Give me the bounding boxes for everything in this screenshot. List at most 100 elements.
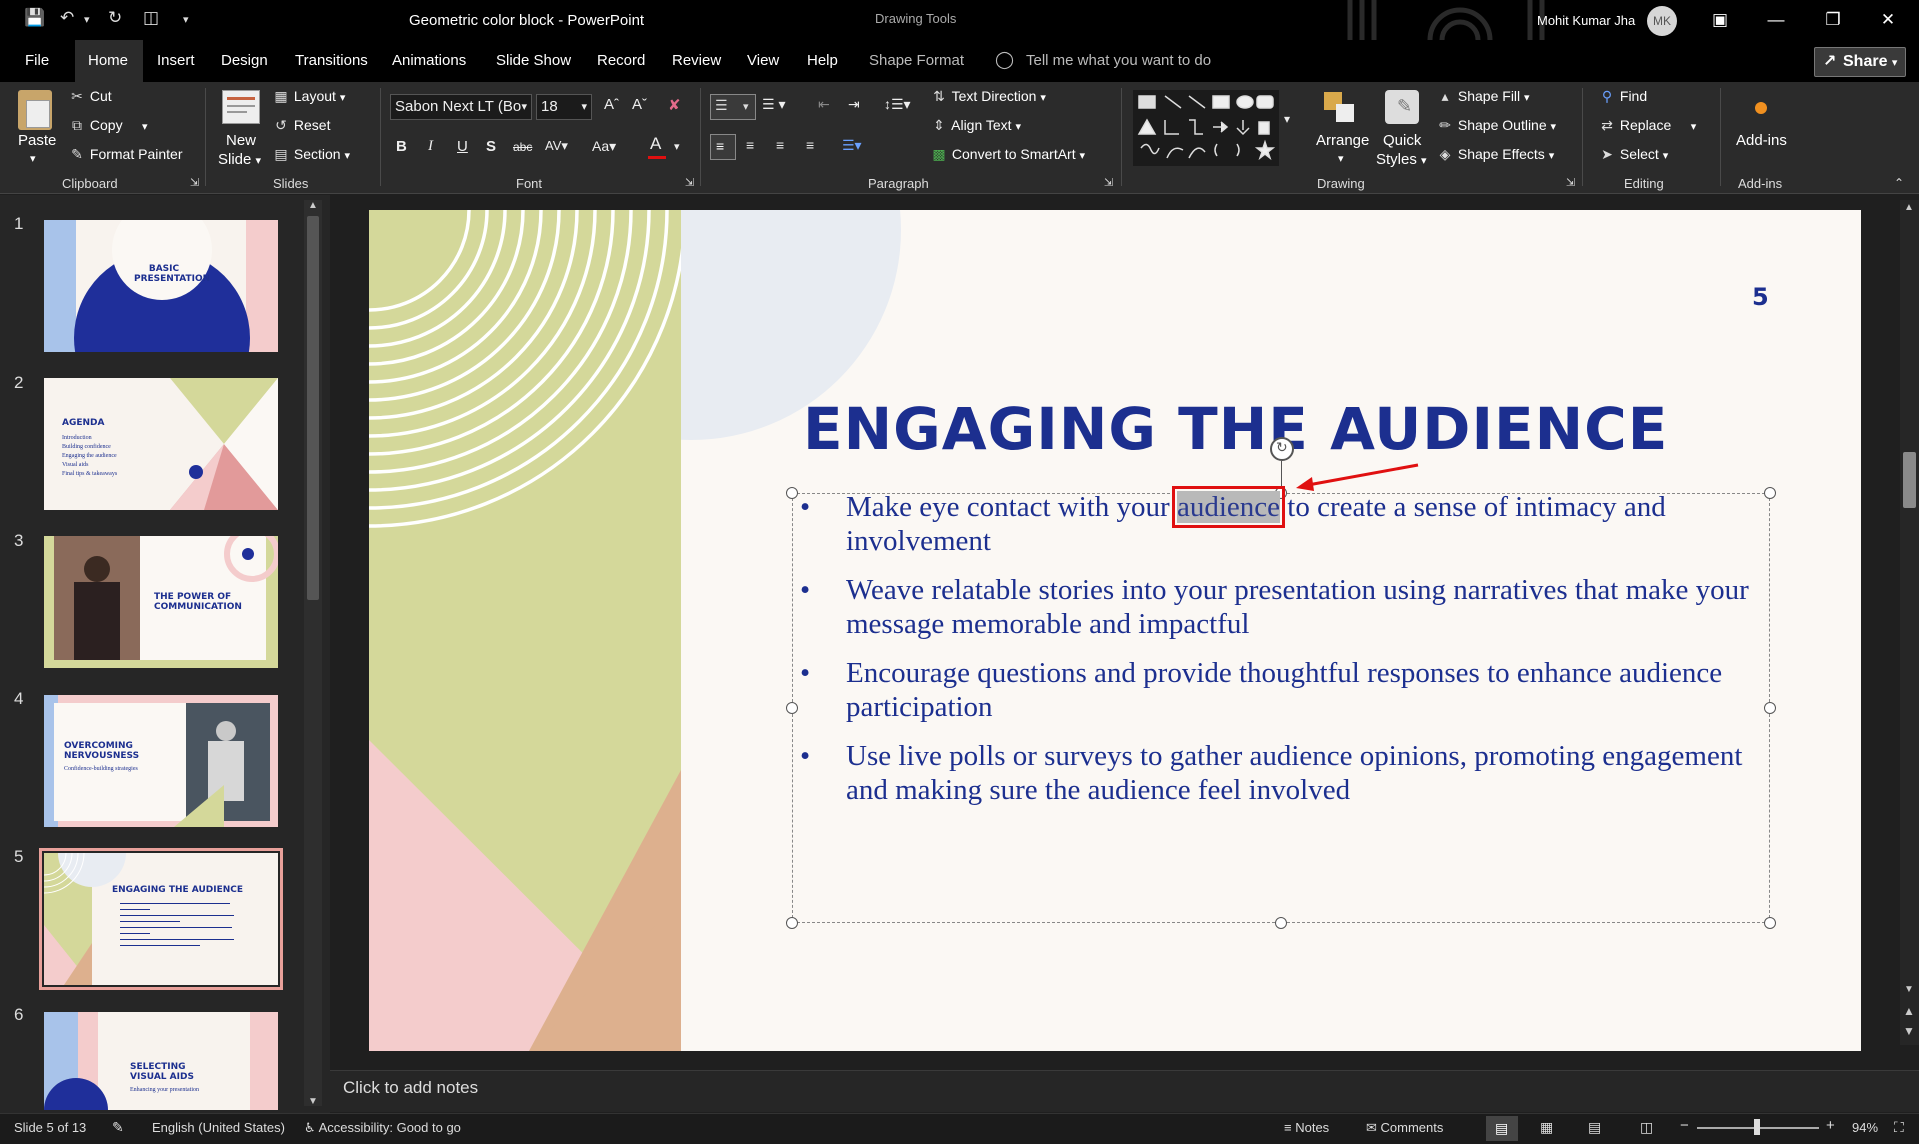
ribbon-display-icon[interactable]: ▣ (1700, 6, 1740, 34)
select-button[interactable]: ➤ Select ▾ (1598, 146, 1668, 163)
shapes-more-icon[interactable]: ▾ (1284, 112, 1290, 126)
addins-icon[interactable] (1755, 102, 1767, 114)
line-spacing-icon[interactable]: ↕☰▾ (884, 96, 911, 113)
italic-icon[interactable]: I (428, 138, 433, 155)
addins-button[interactable]: Add-ins (1736, 132, 1787, 149)
scroll-up-icon[interactable]: ▲ (1904, 202, 1914, 213)
align-left-icon[interactable]: ≡ (710, 134, 736, 160)
resize-handle-se[interactable] (1764, 917, 1776, 929)
paste-icon[interactable] (18, 90, 52, 130)
slide-sorter-icon[interactable]: ▦ (1540, 1119, 1553, 1136)
slide-thumbnail-3[interactable]: THE POWER OF COMMUNICATION (44, 536, 278, 668)
shrink-font-icon[interactable]: Aˇ (632, 96, 647, 113)
tab-shape-format[interactable]: Shape Format (869, 52, 964, 69)
restore-icon[interactable]: ❐ (1813, 6, 1853, 34)
tab-record[interactable]: Record (597, 52, 645, 69)
scroll-up-icon[interactable]: ▲ (308, 200, 318, 211)
notes-placeholder[interactable]: Click to add notes (343, 1078, 478, 1098)
slide-thumbnail-6[interactable]: SELECTING VISUAL AIDS Enhancing your pre… (44, 1012, 278, 1110)
arrange-icon[interactable] (1322, 90, 1358, 126)
avatar[interactable]: MK (1647, 6, 1677, 36)
zoom-level[interactable]: 94% (1852, 1120, 1878, 1135)
grow-font-icon[interactable]: Aˆ (604, 96, 619, 113)
new-slide-icon[interactable] (222, 90, 260, 124)
tab-design[interactable]: Design (221, 52, 268, 69)
accessibility-status[interactable]: ♿ Accessibility: Good to go (304, 1120, 461, 1136)
slide-scrollbar[interactable] (1900, 200, 1919, 1045)
slide-thumbnail-1[interactable]: BASIC PRESENTATION (44, 220, 278, 352)
font-name-box[interactable]: Sabon Next LT (Bo ▾ (390, 94, 532, 120)
paste-button[interactable]: Paste (18, 132, 56, 149)
tab-help[interactable]: Help (807, 52, 838, 69)
clipboard-launcher-icon[interactable]: ⇲ (190, 176, 199, 189)
numbering-icon[interactable]: ☰ ▾ (762, 96, 785, 113)
bullet-item[interactable]: Encourage questions and provide thoughtf… (800, 656, 1760, 724)
slide-title[interactable]: ENGAGING THE AUDIENCE (803, 395, 1668, 463)
tab-insert[interactable]: Insert (157, 52, 195, 69)
align-center-icon[interactable]: ≡ (746, 137, 754, 153)
tab-slide-show[interactable]: Slide Show (496, 52, 571, 69)
align-right-icon[interactable]: ≡ (776, 137, 784, 153)
undo-dropdown-icon[interactable]: ▾ (84, 13, 90, 26)
bold-icon[interactable]: B (396, 138, 407, 155)
font-color-dropdown-icon[interactable]: ▾ (674, 140, 680, 153)
shadow-icon[interactable]: S (486, 138, 496, 155)
next-slide-icon[interactable]: ▼ (1903, 1024, 1915, 1038)
notes-pane[interactable] (330, 1070, 1919, 1112)
shape-effects-button[interactable]: ◈ Shape Effects ▾ (1436, 146, 1555, 163)
replace-button[interactable]: ⇄ Replace ▾ (1598, 117, 1696, 134)
user-name[interactable]: Mohit Kumar Jha (1537, 13, 1635, 28)
underline-icon[interactable]: U (457, 138, 468, 155)
slide-scrollbar-thumb[interactable] (1903, 452, 1916, 508)
customize-qat-icon[interactable]: ▾ (183, 13, 189, 26)
slide-thumbnail-4[interactable]: OVERCOMING NERVOUSNESS Confidence-buildi… (44, 695, 278, 827)
zoom-out-icon[interactable]: − (1680, 1117, 1689, 1134)
arrange-button[interactable]: Arrange (1316, 132, 1369, 149)
cut-button[interactable]: ✂ Cut (68, 88, 112, 105)
tab-home[interactable]: Home (88, 52, 128, 69)
save-icon[interactable]: 💾 (24, 8, 45, 28)
clear-formatting-icon[interactable]: ✘ (668, 96, 681, 114)
bullet-item[interactable]: Make eye contact with your audience to c… (800, 486, 1760, 558)
drawing-launcher-icon[interactable]: ⇲ (1566, 176, 1575, 189)
close-icon[interactable]: ✕ (1868, 6, 1908, 34)
tab-view[interactable]: View (747, 52, 779, 69)
columns-icon[interactable]: ☰▾ (842, 137, 862, 154)
resize-handle-w[interactable] (786, 702, 798, 714)
slide-thumbnail-2[interactable]: AGENDA Introduction Building confidence … (44, 378, 278, 510)
shapes-gallery[interactable] (1133, 90, 1279, 166)
quick-styles-label-2[interactable]: Styles ▾ (1376, 151, 1427, 168)
tab-transitions[interactable]: Transitions (295, 52, 368, 69)
notes-button[interactable]: ≡ Notes (1284, 1120, 1329, 1135)
resize-handle-e[interactable] (1764, 702, 1776, 714)
bullet-item[interactable]: Use live polls or surveys to gather audi… (800, 739, 1760, 807)
strikethrough-icon[interactable]: abc (513, 140, 532, 154)
resize-handle-nw[interactable] (786, 487, 798, 499)
spell-check-icon[interactable]: ✎ (112, 1119, 124, 1136)
share-button[interactable]: ↗ Share ▾ (1814, 47, 1906, 77)
resize-handle-sw[interactable] (786, 917, 798, 929)
shape-outline-button[interactable]: ✏ Shape Outline ▾ (1436, 117, 1556, 134)
font-size-box[interactable]: 18 ▾ (536, 94, 592, 120)
slideshow-view-icon[interactable]: ◫ (1640, 1119, 1653, 1136)
comments-button[interactable]: ✉ Comments (1366, 1120, 1443, 1136)
slide-thumbnail-5[interactable]: ENGAGING THE AUDIENCE (39, 848, 283, 990)
normal-view-button[interactable]: ▤ (1486, 1116, 1518, 1141)
undo-icon[interactable]: ↶ (60, 8, 74, 28)
bullets-button[interactable]: ☰ ▾ (710, 94, 756, 120)
justify-icon[interactable]: ≡ (806, 137, 814, 153)
new-slide-label-2[interactable]: Slide ▾ (218, 151, 261, 168)
align-text-button[interactable]: ⇕ Align Text ▾ (930, 117, 1021, 134)
zoom-slider-thumb[interactable] (1754, 1119, 1760, 1135)
quick-styles-label[interactable]: Quick (1383, 132, 1421, 149)
previous-slide-icon[interactable]: ▲ (1903, 1004, 1915, 1018)
collapse-ribbon-icon[interactable]: ⌃ (1894, 176, 1904, 190)
font-color-icon[interactable]: A (650, 134, 661, 154)
character-spacing-icon[interactable]: AV▾ (545, 138, 568, 154)
reset-button[interactable]: ↺ Reset (272, 117, 330, 134)
convert-smartart-button[interactable]: ▩ Convert to SmartArt ▾ (930, 146, 1085, 163)
text-direction-button[interactable]: ⇅ Text Direction ▾ (930, 88, 1046, 105)
change-case-icon[interactable]: Aa▾ (592, 138, 616, 155)
thumbnail-scrollbar-thumb[interactable] (307, 216, 319, 600)
resize-handle-ne[interactable] (1764, 487, 1776, 499)
